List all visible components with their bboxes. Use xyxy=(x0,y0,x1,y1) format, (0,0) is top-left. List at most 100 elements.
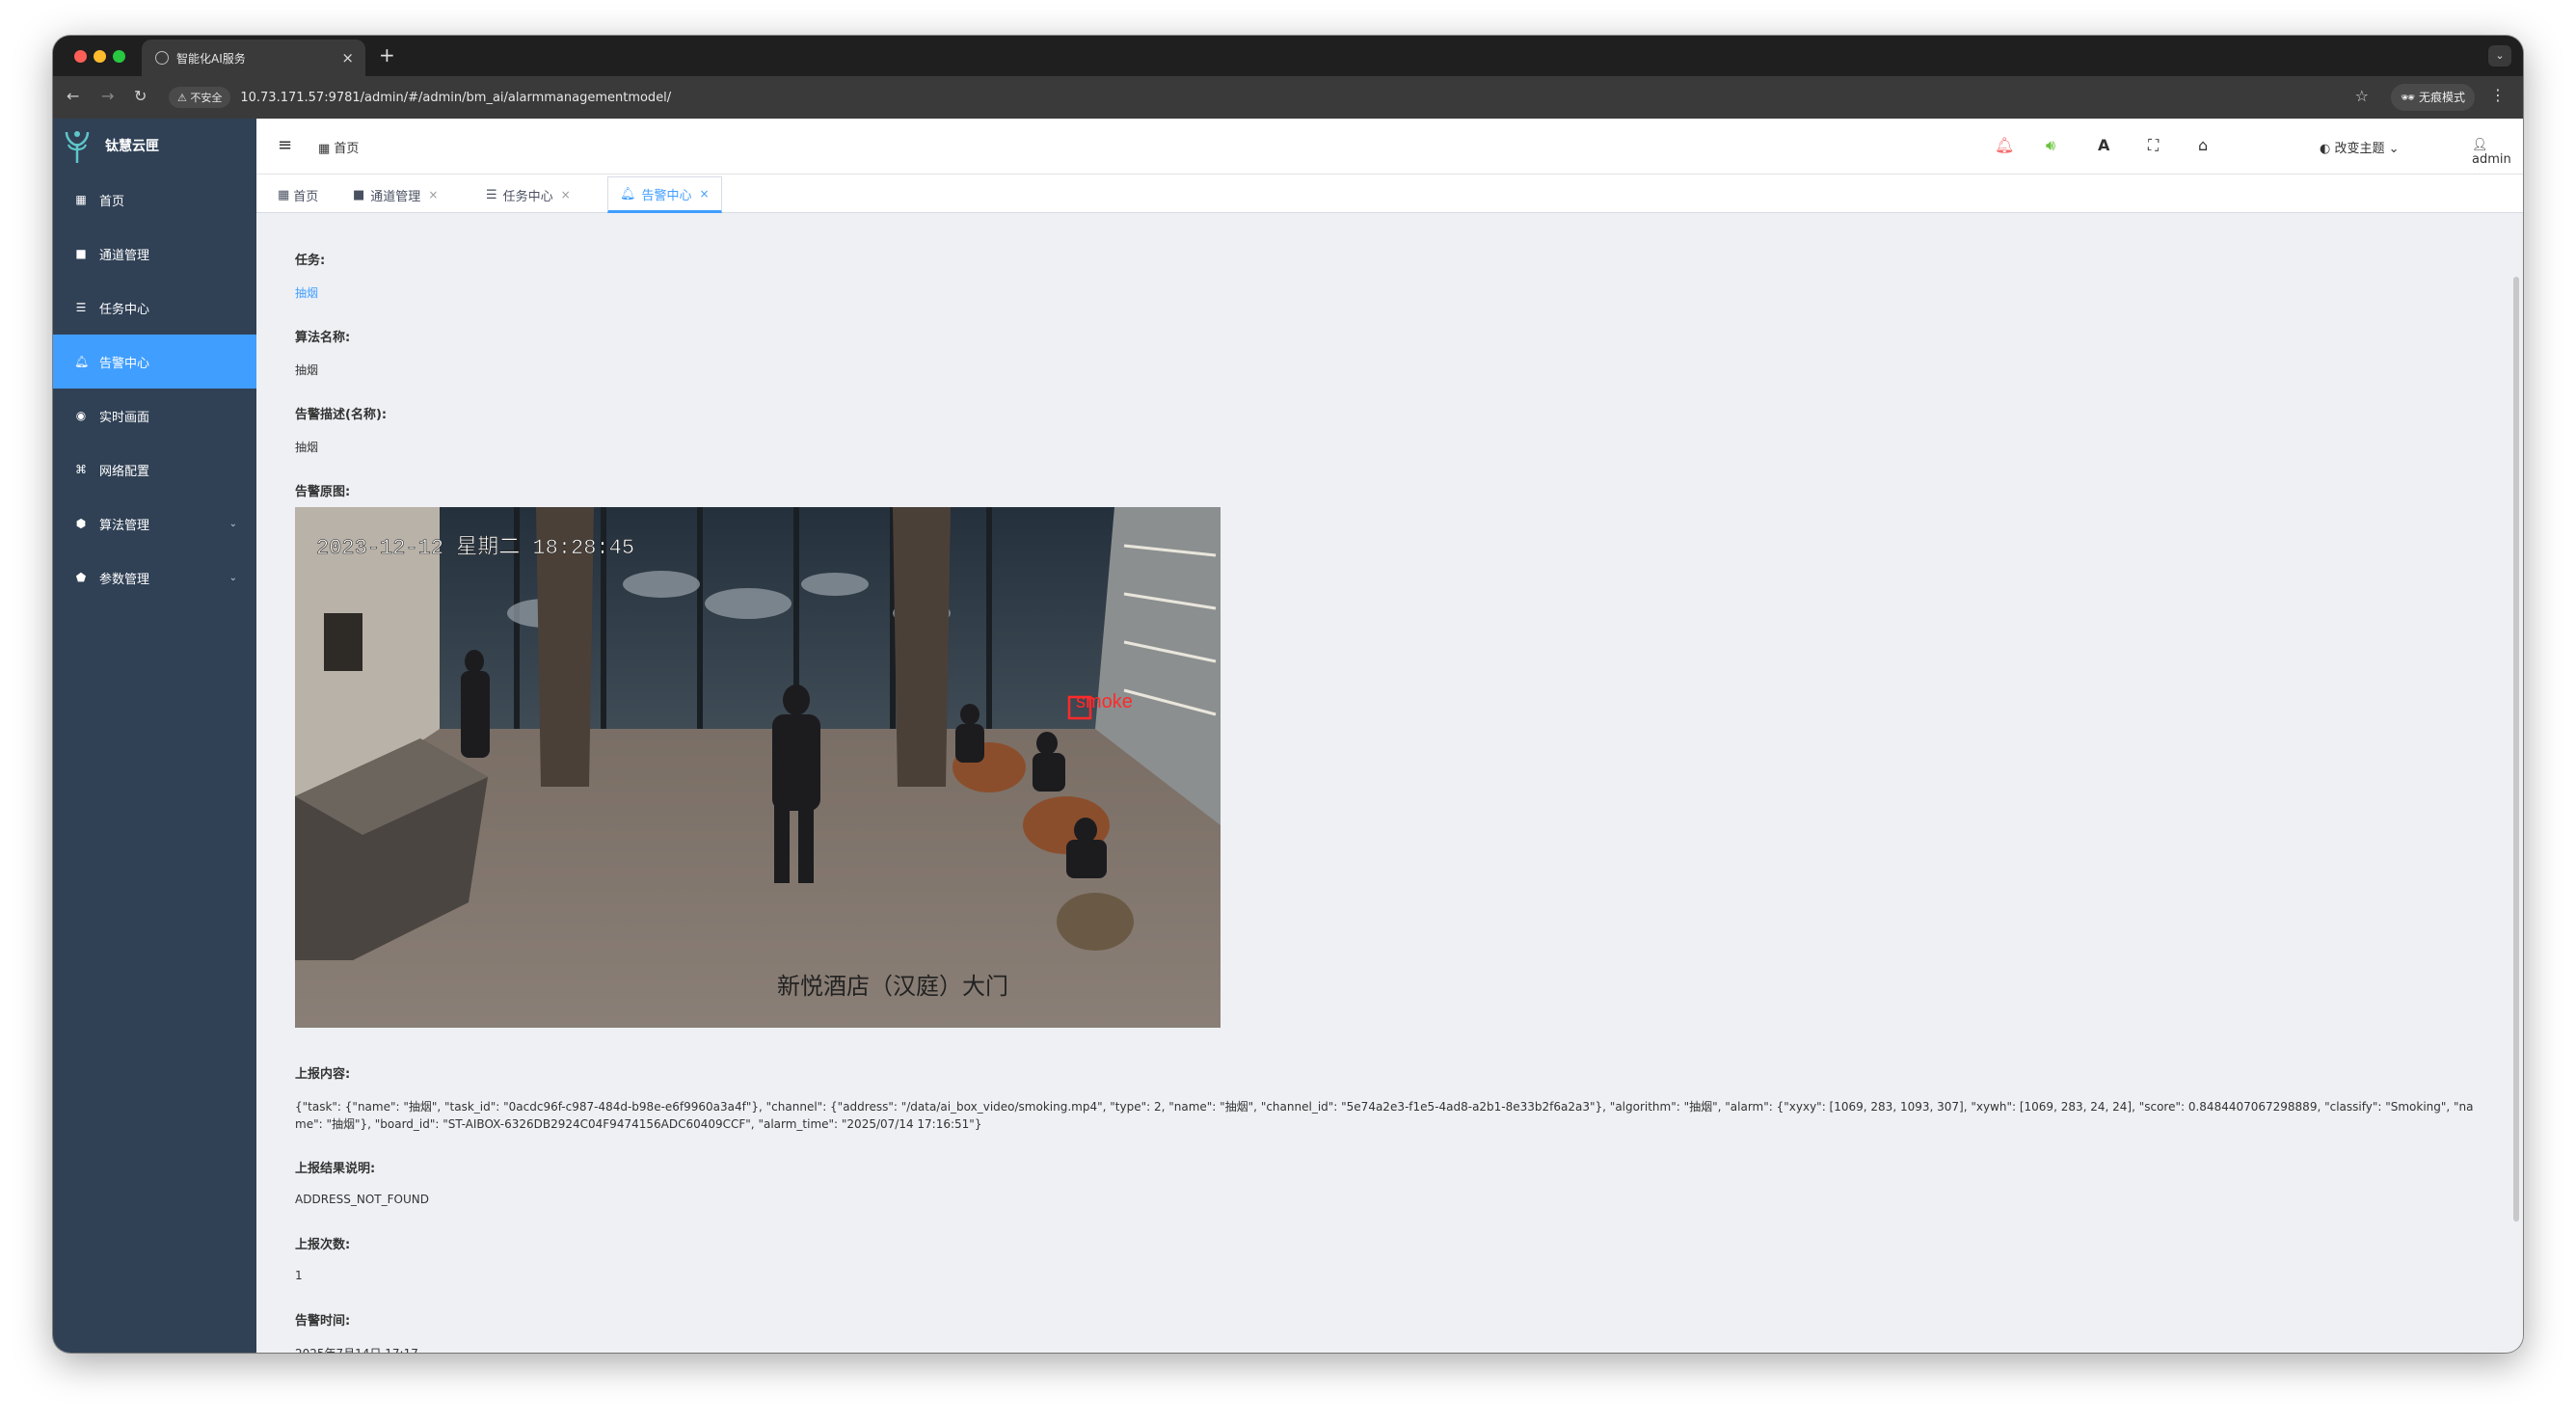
hamburger-icon[interactable]: ≡ xyxy=(278,135,292,155)
sidebar-item-tasks[interactable]: ☰ 任务中心 xyxy=(53,281,256,335)
sidebar-item-label: 网络配置 xyxy=(99,464,150,479)
close-window-button[interactable] xyxy=(74,50,87,63)
field-label: 算法名称: xyxy=(295,331,351,345)
close-tag-icon[interactable]: × xyxy=(428,188,438,201)
incognito-label: 无痕模式 xyxy=(2418,91,2465,104)
bookmark-star-icon[interactable]: ☆ xyxy=(2355,87,2369,105)
tag-label: 告警中心 xyxy=(641,188,692,203)
sidebar-item-params[interactable]: ⬟ 参数管理 ⌄ xyxy=(53,550,256,604)
sidebar-item-alarms[interactable]: 🔔︎ 告警中心 xyxy=(53,335,256,389)
tag-label: 首页 xyxy=(293,189,319,204)
field-label: 告警时间: xyxy=(295,1314,351,1329)
field-label: 上报内容: xyxy=(295,1067,351,1082)
surveillance-frame: smoke 2023-12-12 星期二 18:28:45 新悦酒店（汉庭）大门 xyxy=(295,507,1221,1028)
tag-alarms[interactable]: 🔔︎ 告警中心 × xyxy=(607,176,722,213)
alarm-image[interactable]: smoke 2023-12-12 星期二 18:28:45 新悦酒店（汉庭）大门 xyxy=(295,507,1221,1028)
close-tab-icon[interactable]: × xyxy=(341,49,354,67)
security-label: 不安全 xyxy=(190,92,223,104)
algorithm-field: 算法名称: 抽烟 xyxy=(295,327,350,378)
sidebar-item-label: 参数管理 xyxy=(99,572,150,587)
cubes-icon: ⬢ xyxy=(75,517,87,530)
breadcrumb[interactable]: ▦ 首页 xyxy=(318,138,359,156)
dashboard-icon: ▦ xyxy=(75,193,87,206)
payload-value: {"task": {"name": "抽烟", "task_id": "0acd… xyxy=(295,1100,2474,1131)
theme-dropdown[interactable]: ◐ 改变主题 ⌄ xyxy=(2320,138,2400,156)
description-field: 告警描述(名称): 抽烟 xyxy=(295,404,387,455)
fullscreen-icon[interactable]: ⛶ xyxy=(2148,136,2159,155)
video-camera-icon: ■ xyxy=(75,247,87,260)
close-tag-icon[interactable]: × xyxy=(561,188,571,201)
username: admin xyxy=(2472,152,2511,167)
sidebar-item-label: 首页 xyxy=(99,194,125,209)
home-icon[interactable]: ⌂ xyxy=(2198,136,2208,154)
theme-label: 改变主题 xyxy=(2334,142,2385,156)
field-label: 上报次数: xyxy=(295,1238,351,1252)
video-camera-icon: ■ xyxy=(353,187,365,202)
volume-icon[interactable]: 🔊︎ xyxy=(2046,136,2055,155)
field-label: 告警描述(名称): xyxy=(295,408,388,422)
sidebar-item-label: 任务中心 xyxy=(99,302,150,317)
font-size-icon[interactable]: A xyxy=(2098,136,2109,154)
payload-field: 上报内容: {"task": {"name": "抽烟", "task_id":… xyxy=(295,1063,2483,1133)
browser-menu-icon[interactable]: ⋮ xyxy=(2490,86,2506,104)
alarm-bell-icon[interactable]: 🔔︎ xyxy=(1995,136,2014,154)
browser-tab-title: 智能化AI服务 xyxy=(176,51,246,66)
incognito-badge[interactable]: 🕶 无痕模式 xyxy=(2390,84,2475,111)
field-value: 抽烟 xyxy=(295,363,319,377)
browser-toolbar: ← → ↻ ⚠ 不安全 10.73.171.57:9781/admin/#/ad… xyxy=(53,76,2523,119)
tag-label: 通道管理 xyxy=(370,189,421,204)
task-link[interactable]: 抽烟 xyxy=(295,284,325,301)
chevron-down-icon: ⌄ xyxy=(228,572,237,583)
tag-channels[interactable]: ■ 通道管理 × xyxy=(341,176,449,213)
close-tag-icon[interactable]: × xyxy=(700,187,710,201)
field-value: 1 xyxy=(295,1269,303,1282)
tab-search-button[interactable]: ⌄ xyxy=(2488,45,2511,67)
sidebar-item-algorithms[interactable]: ⬢ 算法管理 ⌄ xyxy=(53,497,256,550)
chevron-down-icon: ⌄ xyxy=(228,518,237,529)
result-field: 上报结果说明: ADDRESS_NOT_FOUND xyxy=(295,1158,429,1206)
browser-tab[interactable]: 智能化AI服务 × xyxy=(142,40,365,76)
sidebar-item-label: 算法管理 xyxy=(99,518,150,533)
app-root: 钛慧云匣 ▦ 首页 ■ 通道管理 ☰ 任务中心 🔔︎ 告警中心 ◉ 实时画面 ⌘… xyxy=(53,119,2523,1353)
breadcrumb-label: 首页 xyxy=(334,142,360,156)
field-label: 告警原图: xyxy=(295,485,351,499)
back-arrow-icon[interactable]: ← xyxy=(67,87,79,105)
sidebar: 钛慧云匣 ▦ 首页 ■ 通道管理 ☰ 任务中心 🔔︎ 告警中心 ◉ 实时画面 ⌘… xyxy=(53,119,256,1353)
alarm-detail: 任务: 抽烟 算法名称: 抽烟 告警描述(名称): 抽烟 告警原图: smoke… xyxy=(256,213,2523,1353)
sidebar-item-home[interactable]: ▦ 首页 xyxy=(53,173,256,227)
security-badge[interactable]: ⚠ 不安全 xyxy=(169,87,231,108)
field-label: 上报结果说明: xyxy=(295,1162,376,1176)
brand-name: 钛慧云匣 xyxy=(105,139,159,154)
scrollbar[interactable] xyxy=(2513,277,2519,1222)
tags-view: ▦ 首页 ■ 通道管理 × ☰ 任务中心 × 🔔︎ 告警中心 × xyxy=(256,175,2523,213)
maximize-window-button[interactable] xyxy=(113,50,125,63)
sidebar-item-network[interactable]: ⌘ 网络配置 xyxy=(53,443,256,497)
field-label: 任务: xyxy=(295,254,326,268)
detection-label: smoke xyxy=(1076,691,1133,712)
field-value: 2025年7月14日 17:17 xyxy=(295,1345,418,1353)
reload-icon[interactable]: ↻ xyxy=(134,87,147,105)
forward-arrow-icon[interactable]: → xyxy=(101,87,114,105)
tag-label: 任务中心 xyxy=(502,189,553,204)
image-field: 告警原图: xyxy=(295,481,350,499)
shield-icon: ⬟ xyxy=(75,571,87,584)
network-icon: ⌘ xyxy=(75,463,87,476)
server-icon: ☰ xyxy=(486,187,497,202)
bell-icon: 🔔︎ xyxy=(620,186,636,201)
tag-home[interactable]: ▦ 首页 xyxy=(266,176,330,213)
globe-icon xyxy=(155,51,169,65)
new-tab-button[interactable]: + xyxy=(379,43,395,67)
eye-icon: ◉ xyxy=(75,409,87,422)
sidebar-item-live[interactable]: ◉ 实时画面 xyxy=(53,389,256,443)
address-bar[interactable]: ⚠ 不安全 10.73.171.57:9781/admin/#/admin/bm… xyxy=(169,83,2378,112)
task-field: 任务: 抽烟 xyxy=(295,250,325,301)
minimize-window-button[interactable] xyxy=(94,50,106,63)
sidebar-item-label: 通道管理 xyxy=(99,248,150,263)
count-field: 上报次数: 1 xyxy=(295,1234,350,1282)
sidebar-item-label: 实时画面 xyxy=(99,410,150,425)
sidebar-item-channels[interactable]: ■ 通道管理 xyxy=(53,227,256,281)
brand-logo-icon xyxy=(65,131,90,163)
video-caption: 新悦酒店（汉庭）大门 xyxy=(777,973,1008,1000)
url-text: 10.73.171.57:9781/admin/#/admin/bm_ai/al… xyxy=(240,90,672,105)
tag-tasks[interactable]: ☰ 任务中心 × xyxy=(474,176,582,213)
